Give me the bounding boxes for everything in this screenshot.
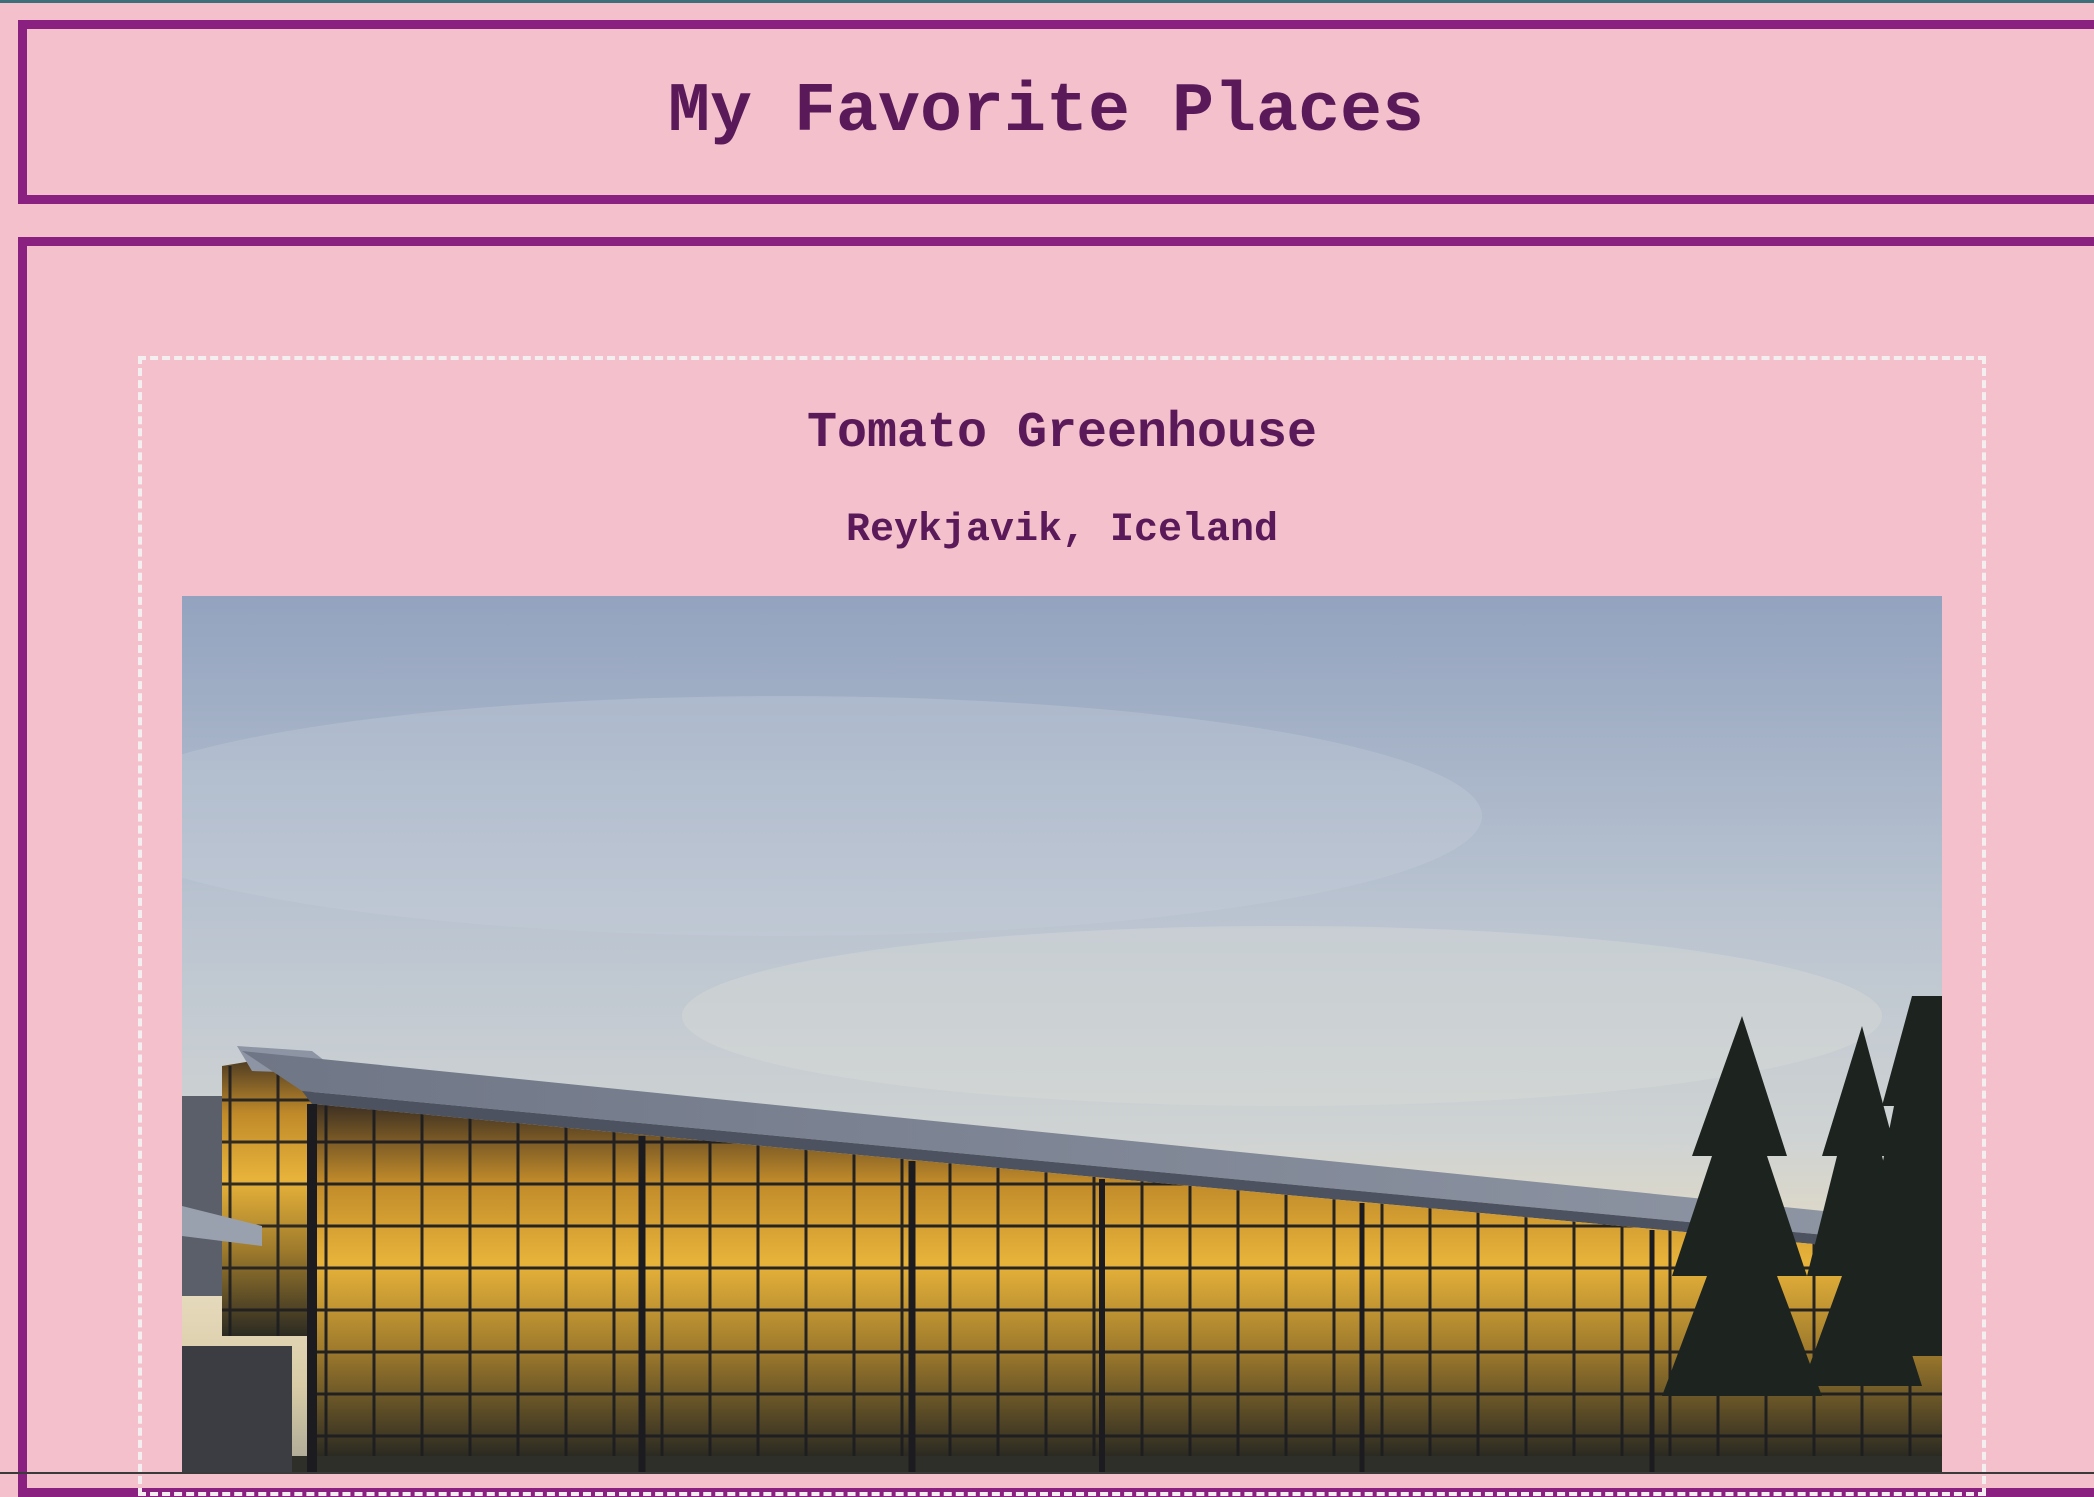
place-name: Tomato Greenhouse xyxy=(806,405,1318,462)
page-title: My Favorite Places xyxy=(667,73,1425,152)
place-location: Reykjavik, Iceland xyxy=(845,508,1279,553)
greenhouse-photo xyxy=(182,596,1942,1474)
top-strip xyxy=(0,0,2094,3)
